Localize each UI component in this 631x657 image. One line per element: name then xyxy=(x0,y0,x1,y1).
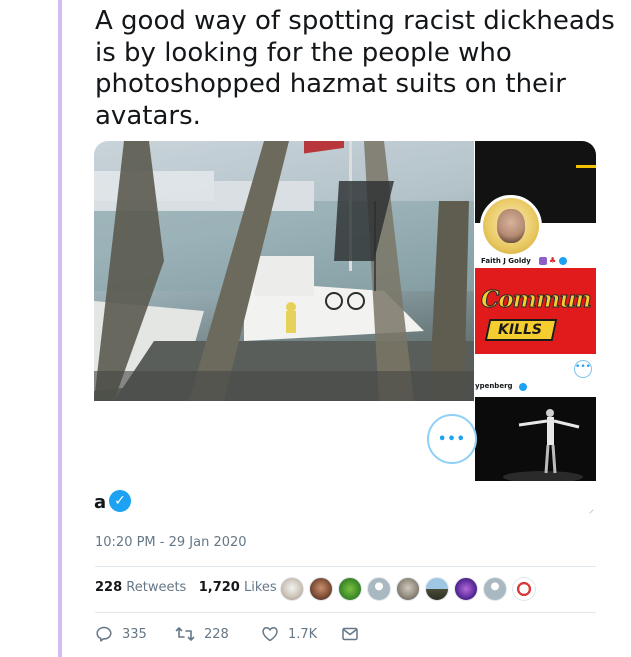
profile-card-faith[interactable]: Faith J Goldy ♣ xyxy=(475,141,596,267)
liker-avatar[interactable] xyxy=(309,577,333,601)
retweets-count[interactable]: 228 xyxy=(95,580,122,595)
retweet-button[interactable]: 228 xyxy=(175,625,261,643)
more-options-icon[interactable]: ••• xyxy=(574,360,592,378)
verified-icon xyxy=(519,383,527,391)
direct-message-button[interactable] xyxy=(341,625,359,643)
maple-leaf-icon: ♣ xyxy=(549,256,557,265)
liker-avatar[interactable] xyxy=(367,577,391,601)
tweet-media[interactable]: Faith J Goldy ♣ Commun KILLS ••• ypenber… xyxy=(94,141,596,521)
reply-button[interactable]: 335 xyxy=(95,625,175,643)
liker-avatar[interactable] xyxy=(483,577,507,601)
liker-avatar[interactable] xyxy=(280,577,304,601)
verified-icon xyxy=(559,257,567,265)
heart-icon xyxy=(261,625,279,643)
liker-avatar[interactable] xyxy=(454,577,478,601)
profile-name-penberg: ypenberg xyxy=(475,382,513,390)
like-button[interactable]: 1.7K xyxy=(261,625,341,643)
profile-badges: ♣ xyxy=(539,257,567,265)
tweet-timestamp[interactable]: 10:20 PM - 29 Jan 2020 xyxy=(95,535,247,550)
verified-badge-icon: ✓ xyxy=(107,488,133,514)
tweet-stats: 228 Retweets 1,720 Likes xyxy=(95,580,277,595)
retweet-icon xyxy=(175,625,195,643)
like-count: 1.7K xyxy=(288,626,318,642)
liker-avatar[interactable] xyxy=(512,577,536,601)
media-bottom xyxy=(475,481,596,521)
retweets-label[interactable]: Retweets xyxy=(126,580,186,595)
profile-name: Faith J Goldy xyxy=(481,257,531,265)
marina-photo[interactable] xyxy=(94,141,474,401)
likes-count[interactable]: 1,720 xyxy=(199,580,240,595)
liker-avatar[interactable] xyxy=(396,577,420,601)
liker-avatar[interactable] xyxy=(425,577,449,601)
tweet-text: A good way of spotting racist dickheads … xyxy=(95,6,615,131)
reply-icon xyxy=(95,625,113,643)
commu-text: Commun xyxy=(481,286,593,314)
divider xyxy=(95,566,596,567)
header-accent xyxy=(576,165,596,168)
partial-username: a xyxy=(94,492,107,513)
retweet-count: 228 xyxy=(204,626,229,642)
avatar-face xyxy=(497,209,525,243)
liker-avatar[interactable] xyxy=(338,577,362,601)
reply-count: 335 xyxy=(122,626,147,642)
kills-text: KILLS xyxy=(498,322,542,338)
thread-line xyxy=(58,0,62,657)
media-gap xyxy=(94,401,475,521)
envelope-icon xyxy=(341,625,359,643)
media-right-column: Faith J Goldy ♣ Commun KILLS ••• ypenber… xyxy=(475,141,596,521)
likes-label[interactable]: Likes xyxy=(244,580,277,595)
liker-avatars xyxy=(280,577,536,601)
communism-kills-image[interactable]: Commun KILLS xyxy=(475,268,596,354)
tweet-actions: 335 228 1.7K xyxy=(95,625,359,643)
divider xyxy=(95,612,596,613)
more-options-button[interactable]: ••• xyxy=(427,414,477,464)
dark-figure-image[interactable] xyxy=(475,397,596,481)
cross-icon xyxy=(539,257,547,265)
